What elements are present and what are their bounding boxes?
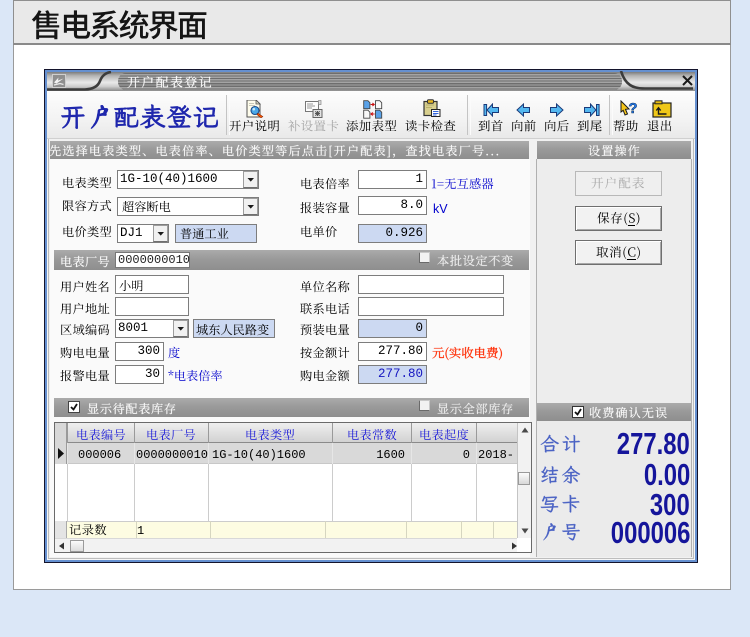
svg-text:?: ? xyxy=(628,100,637,117)
